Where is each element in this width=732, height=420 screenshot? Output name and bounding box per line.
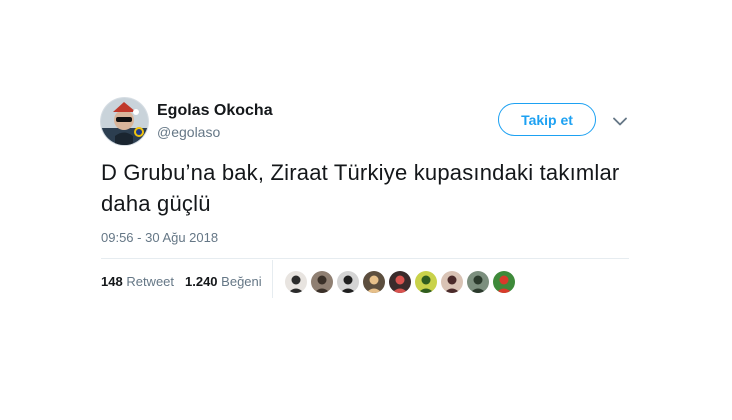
author-handle[interactable]: @egolaso — [157, 124, 220, 140]
liker-avatar[interactable] — [311, 271, 333, 293]
more-options-button[interactable] — [610, 111, 630, 131]
like-count: 1.240 — [185, 274, 218, 289]
like-stat[interactable]: 1.240 Beğeni — [185, 274, 262, 289]
user-avatar-icon — [467, 271, 489, 293]
retweet-stat[interactable]: 148 Retweet — [101, 274, 174, 289]
user-avatar-icon — [441, 271, 463, 293]
liker-avatar[interactable] — [363, 271, 385, 293]
user-avatar-icon — [389, 271, 411, 293]
author-avatar[interactable] — [101, 98, 148, 145]
user-avatar-icon — [363, 271, 385, 293]
user-avatar-icon — [285, 271, 307, 293]
profile-photo-icon — [101, 98, 148, 145]
like-label: Beğeni — [221, 274, 262, 289]
user-avatar-icon — [415, 271, 437, 293]
liker-avatar[interactable] — [285, 271, 307, 293]
liker-avatar[interactable] — [389, 271, 411, 293]
tweet-timestamp[interactable]: 09:56 - 30 Ağu 2018 — [101, 230, 218, 245]
liker-avatar[interactable] — [337, 271, 359, 293]
user-avatar-icon — [337, 271, 359, 293]
liker-avatar[interactable] — [467, 271, 489, 293]
stats-divider — [272, 260, 273, 298]
liker-avatar[interactable] — [493, 271, 515, 293]
liker-avatar[interactable] — [415, 271, 437, 293]
follow-button[interactable]: Takip et — [498, 103, 596, 136]
retweet-label: Retweet — [126, 274, 175, 289]
retweet-count: 148 — [101, 274, 123, 289]
author-display-name[interactable]: Egolas Okocha — [157, 102, 273, 120]
liker-avatar[interactable] — [441, 271, 463, 293]
tweet-text: D Grubu’na bak, Ziraat Türkiye kupasında… — [101, 160, 620, 216]
user-avatar-icon — [311, 271, 333, 293]
chevron-down-icon — [613, 117, 627, 125]
tweet-card: Egolas Okocha @egolaso Takip et D Grubu’… — [0, 0, 732, 420]
user-avatar-icon — [493, 271, 515, 293]
tweet-stats: 148 Retweet 1.240 Beğeni — [101, 258, 629, 299]
